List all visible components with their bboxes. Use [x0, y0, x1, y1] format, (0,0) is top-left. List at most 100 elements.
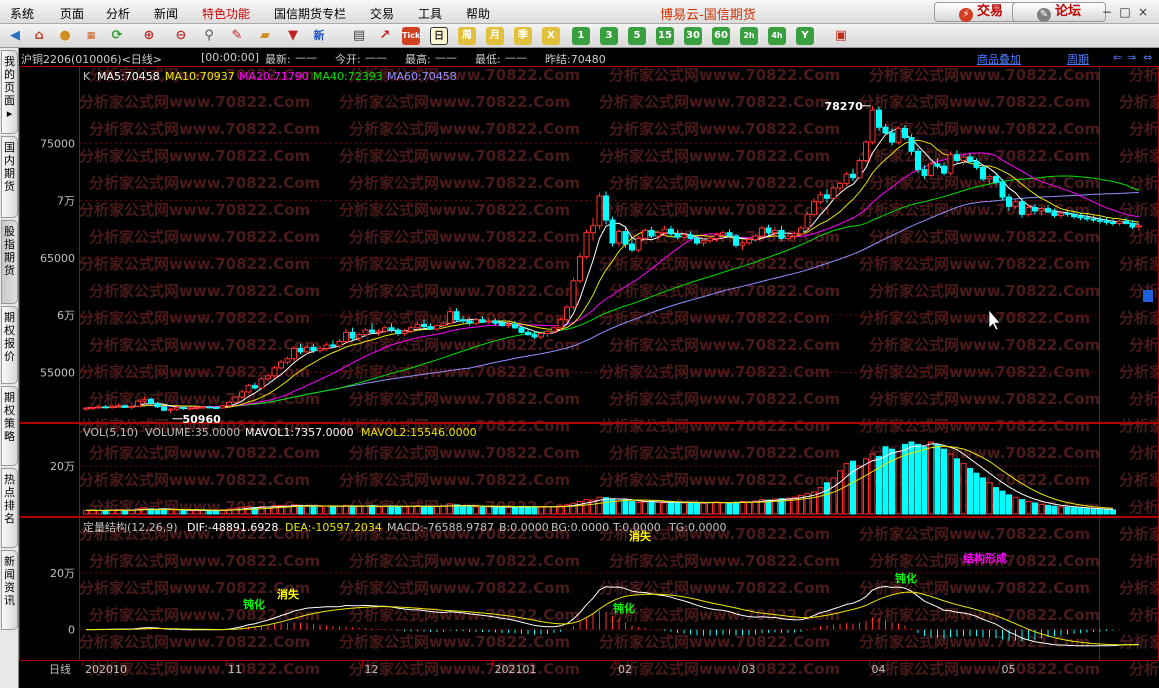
volume-bar — [1038, 503, 1045, 515]
candle-body — [557, 319, 564, 329]
maximize-icon[interactable]: □ — [1118, 5, 1132, 19]
period-4h-button[interactable]: 4h — [768, 27, 786, 45]
pan-left-icon[interactable]: ⇐ — [1113, 51, 1122, 64]
period-link[interactable]: 周期 — [1067, 51, 1089, 67]
monthly-button[interactable]: 月 — [486, 27, 504, 45]
candle-body — [648, 229, 655, 237]
zoom-out-icon[interactable]: ⊖ — [172, 27, 190, 45]
legend-k: K — [83, 70, 91, 83]
side-tab-domestic-futures[interactable]: 国内期货 — [1, 136, 18, 218]
minimize-icon[interactable]: − — [1100, 5, 1114, 19]
period-15min-button[interactable]: 15 — [656, 27, 674, 45]
watermark-text: 分析家公式网www.70822.Com — [1129, 174, 1159, 192]
forum-button[interactable]: ✎ 论坛 — [1012, 2, 1106, 22]
candle-body — [492, 320, 499, 324]
x-button[interactable]: X — [542, 27, 560, 45]
volume-bar — [401, 506, 408, 515]
ruler-icon[interactable]: ▰ — [256, 27, 274, 45]
overlay-link[interactable]: 商品叠加 — [977, 51, 1021, 67]
watermark-text: 分析家公式网www.70822.Com — [89, 606, 320, 624]
volume-bar — [837, 470, 843, 515]
main-legend: K MA5:70458 MA10:70937 MA20:71790 MA40:7… — [83, 70, 457, 83]
side-tab-option-quotes[interactable]: 期权报价 — [1, 306, 18, 384]
side-tabs: 我的页面 ▸ 国内期货 股指期货 期权报价 期权策略 热点排名 新闻资讯 — [0, 48, 19, 688]
menu-help[interactable]: 帮助 — [466, 5, 490, 22]
app-title: 博易云-国信期货 — [660, 8, 756, 23]
candle-body — [297, 347, 304, 353]
watermark-text: 分析家公式网www.70822.Com — [1129, 660, 1159, 678]
candle-body — [947, 154, 954, 174]
side-tab-my-pages[interactable]: 我的页面 ▸ — [1, 50, 18, 134]
candle-body — [180, 406, 187, 410]
period-30min-button[interactable]: 30 — [684, 27, 702, 45]
candle-body — [1116, 220, 1123, 224]
tick-button[interactable]: Tick — [402, 27, 420, 45]
period-3min-button[interactable]: 3 — [600, 27, 618, 45]
volume-bar — [1090, 508, 1097, 515]
annotation-xiaoshi-2: 消失 — [629, 529, 652, 543]
period-1min-button[interactable]: 1 — [572, 27, 590, 45]
period-60min-button[interactable]: 60 — [712, 27, 730, 45]
scroll-marker[interactable] — [1143, 290, 1153, 302]
watermark-text: 分析家公式网www.70822.Com — [1129, 444, 1159, 462]
daily-button[interactable]: 日 — [430, 27, 448, 45]
watermark-text: 分析家公式网www.70822.Com — [89, 282, 320, 300]
coins-icon[interactable]: ● — [56, 27, 74, 45]
pen-icon[interactable]: ✎ — [228, 27, 246, 45]
refresh-icon[interactable]: ⟳ — [108, 27, 126, 45]
side-tab-option-strategy[interactable]: 期权策略 — [1, 386, 18, 466]
watermark-text: 分析家公式网www.70822.Com — [869, 336, 1100, 354]
candle-body — [941, 165, 947, 174]
menu-page[interactable]: 页面 — [60, 5, 84, 22]
menu-analysis[interactable]: 分析 — [106, 5, 130, 22]
quarterly-button[interactable]: 季 — [514, 27, 532, 45]
settings-icon[interactable]: ▣ — [832, 27, 850, 45]
y-button[interactable]: Y — [796, 27, 814, 45]
candle-body — [544, 330, 551, 335]
volume-bar — [512, 506, 518, 515]
period-2h-button[interactable]: 2h — [740, 27, 758, 45]
volume-bar — [967, 467, 973, 515]
new-icon[interactable]: 新 — [310, 27, 328, 45]
candle-body — [707, 237, 713, 242]
candle-body — [655, 232, 661, 237]
toolbar: ◀ ⌂ ● ▦ ⟳ ⊕ ⊖ ⚲ ✎ ▰ ▼ 新 ▤ ↗ Tick 日 周 月 季… — [0, 24, 1159, 48]
latest-value: —— — [295, 51, 317, 64]
volume-bar — [1058, 506, 1064, 515]
menu-system[interactable]: 系统 — [10, 5, 34, 22]
filter-icon[interactable]: ▼ — [284, 27, 302, 45]
menu-features[interactable]: 特色功能 — [202, 5, 250, 22]
line-chart-icon[interactable]: ↗ — [376, 27, 394, 45]
side-tab-news[interactable]: 新闻资讯 — [1, 550, 18, 630]
volume-bar — [1084, 508, 1090, 515]
menu-guoxin-column[interactable]: 国信期货专栏 — [274, 5, 346, 22]
zoom-in-icon[interactable]: ⊕ — [140, 27, 158, 45]
home-icon[interactable]: ⌂ — [30, 27, 48, 45]
back-icon[interactable]: ◀ — [6, 27, 24, 45]
volume-bar — [102, 509, 109, 515]
close-icon[interactable]: × — [1136, 5, 1150, 19]
quote-time: [00:00:00] — [201, 51, 259, 64]
search-icon[interactable]: ⚲ — [200, 27, 218, 45]
menu-tools[interactable]: 工具 — [418, 5, 442, 22]
volume-bar — [668, 501, 674, 515]
kline-chart[interactable]: 分析家公式网www.70822.Com 分析家公式网www.70822.Com 分析… — [19, 66, 1159, 688]
weekly-button[interactable]: 周 — [458, 27, 476, 45]
watermark-text: 分析家公式网www.70822.Com — [1129, 228, 1159, 246]
volume-bar — [525, 506, 531, 515]
volume-bar — [895, 451, 902, 515]
table-icon[interactable]: ▤ — [350, 27, 368, 45]
menu-news[interactable]: 新闻 — [154, 5, 178, 22]
side-tab-index-futures[interactable]: 股指期货 — [1, 220, 18, 304]
expand-icon[interactable]: ⇔ — [1143, 51, 1152, 64]
candle-body — [187, 407, 193, 410]
candle-body — [986, 176, 993, 180]
candle-body — [876, 109, 882, 128]
side-tab-hot-ranking[interactable]: 热点排名 — [1, 468, 18, 548]
candle-body — [1090, 218, 1097, 221]
volume-bar — [388, 505, 395, 515]
menu-trade[interactable]: 交易 — [370, 5, 394, 22]
report-icon[interactable]: ▦ — [82, 27, 100, 45]
period-5min-button[interactable]: 5 — [628, 27, 646, 45]
pan-right-icon[interactable]: ⇒ — [1127, 51, 1136, 64]
